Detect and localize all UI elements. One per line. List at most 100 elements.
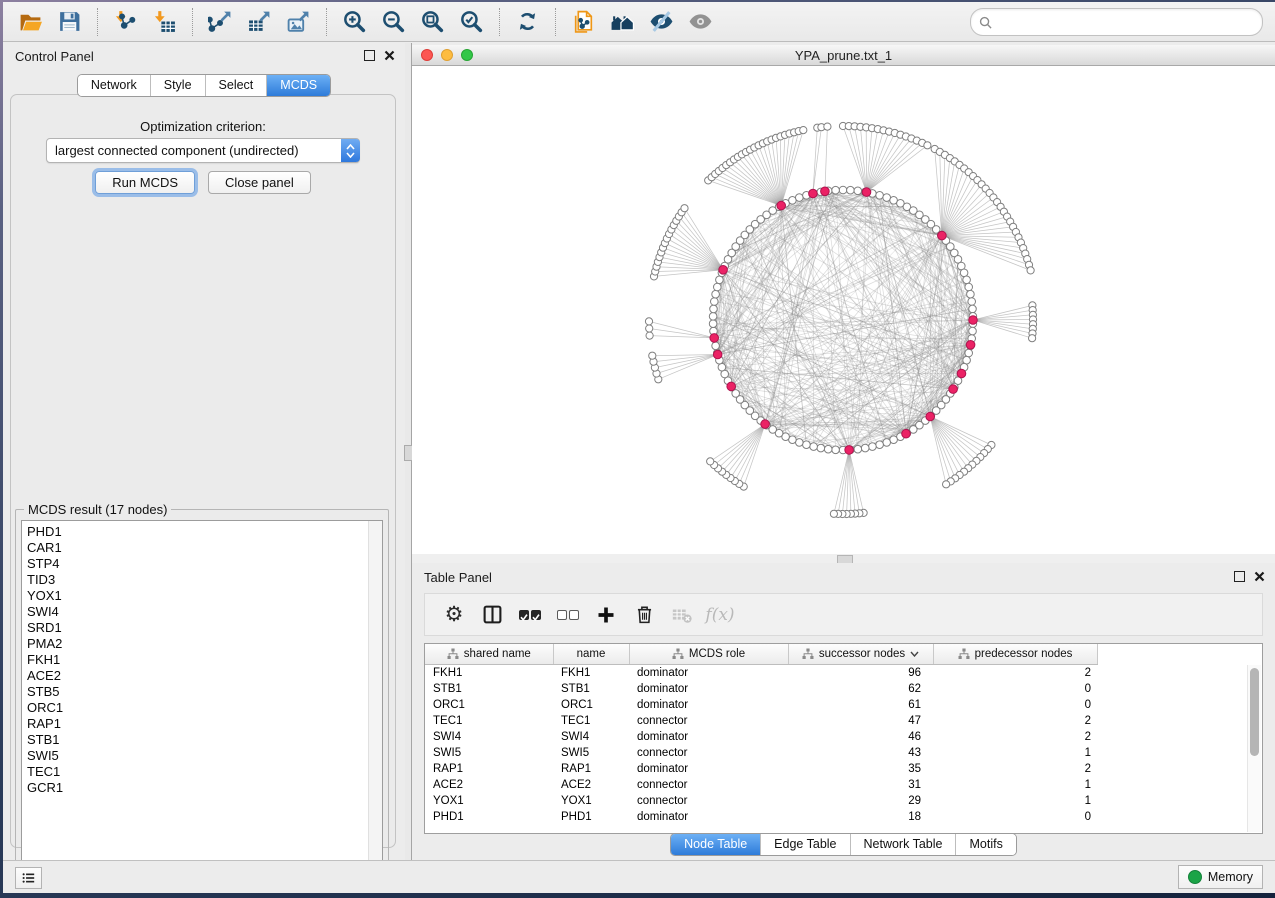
table-cell[interactable]: FKH1 xyxy=(425,664,553,681)
close-panel-icon[interactable] xyxy=(384,50,395,61)
tab-style[interactable]: Style xyxy=(150,75,205,96)
leaf-node[interactable] xyxy=(645,318,652,325)
table-cell[interactable]: STB1 xyxy=(553,681,629,697)
mcds-hub-node[interactable] xyxy=(966,341,975,350)
mcds-hub-node[interactable] xyxy=(845,446,854,455)
leaf-node[interactable] xyxy=(649,352,656,359)
export-network-button[interactable] xyxy=(201,5,240,39)
mcds-hub-node[interactable] xyxy=(713,350,722,359)
network-node[interactable] xyxy=(869,443,877,451)
mcds-result-list[interactable]: PHD1CAR1STP4TID3YOX1SWI4SRD1PMA2FKH1ACE2… xyxy=(21,520,383,877)
table-cell[interactable]: SWI4 xyxy=(425,729,553,745)
mcds-hub-node[interactable] xyxy=(949,385,958,394)
network-canvas[interactable] xyxy=(412,66,1275,554)
zoom-selected-button[interactable] xyxy=(452,5,491,39)
table-cell[interactable]: 2 xyxy=(933,713,1097,729)
search-input[interactable] xyxy=(996,11,1254,33)
network-node[interactable] xyxy=(817,444,825,452)
network-node[interactable] xyxy=(716,276,724,284)
table-cell[interactable]: dominator xyxy=(629,697,788,713)
first-neighbors-button[interactable] xyxy=(603,5,642,39)
table-row[interactable]: YOX1YOX1connector291 xyxy=(425,793,1097,809)
deselect-all-button[interactable] xyxy=(549,598,587,632)
table-scrollbar-thumb[interactable] xyxy=(1250,668,1259,756)
mcds-hub-node[interactable] xyxy=(862,188,871,197)
mcds-result-item[interactable]: ACE2 xyxy=(22,668,382,684)
refresh-network-button[interactable] xyxy=(508,5,547,39)
export-image-button[interactable] xyxy=(279,5,318,39)
mcds-result-item[interactable]: ORC1 xyxy=(22,700,382,716)
leaf-node[interactable] xyxy=(646,325,653,332)
table-cell[interactable]: 29 xyxy=(788,793,933,809)
table-cell[interactable]: 1 xyxy=(933,777,1097,793)
network-node[interactable] xyxy=(967,290,975,298)
table-row[interactable]: PHD1PHD1dominator180 xyxy=(425,809,1097,825)
table-cell[interactable]: 18 xyxy=(788,809,933,825)
search-box[interactable] xyxy=(970,8,1263,36)
table-cell[interactable]: STB1 xyxy=(425,681,553,697)
leaf-node[interactable] xyxy=(1027,267,1034,274)
close-table-panel-icon[interactable] xyxy=(1254,571,1265,582)
network-node[interactable] xyxy=(883,439,891,447)
table-cell[interactable]: 35 xyxy=(788,761,933,777)
mcds-result-item[interactable]: YOX1 xyxy=(22,588,382,604)
table-cell[interactable]: ACE2 xyxy=(553,777,629,793)
mcds-result-item[interactable]: STB1 xyxy=(22,732,382,748)
table-tab-node-table[interactable]: Node Table xyxy=(671,834,760,855)
table-cell[interactable]: 61 xyxy=(788,697,933,713)
close-panel-button[interactable]: Close panel xyxy=(208,171,311,194)
mcds-result-item[interactable]: SWI5 xyxy=(22,748,382,764)
table-cell[interactable]: dominator xyxy=(629,761,788,777)
table-scrollbar[interactable] xyxy=(1247,665,1261,832)
table-cell[interactable]: ORC1 xyxy=(425,697,553,713)
mcds-hub-node[interactable] xyxy=(957,369,966,378)
zoom-in-button[interactable] xyxy=(335,5,374,39)
table-row[interactable]: STB1STB1dominator620 xyxy=(425,681,1097,697)
mcds-result-item[interactable]: TEC1 xyxy=(22,764,382,780)
table-tab-network-table[interactable]: Network Table xyxy=(850,834,956,855)
network-node[interactable] xyxy=(718,363,726,371)
delete-row-button[interactable] xyxy=(625,598,663,632)
network-node[interactable] xyxy=(963,276,971,284)
network-node[interactable] xyxy=(709,320,717,328)
column-header-predecessor-nodes[interactable]: predecessor nodes xyxy=(933,644,1097,664)
table-cell[interactable]: 46 xyxy=(788,729,933,745)
mcds-hub-node[interactable] xyxy=(777,201,786,210)
network-node[interactable] xyxy=(803,441,811,449)
run-mcds-button[interactable]: Run MCDS xyxy=(95,171,195,194)
table-cell[interactable]: PHD1 xyxy=(553,809,629,825)
leaf-node[interactable] xyxy=(646,332,653,339)
leaf-node[interactable] xyxy=(1029,335,1036,342)
table-cell[interactable]: 96 xyxy=(788,664,933,681)
network-node[interactable] xyxy=(714,283,722,291)
table-cell[interactable]: 1 xyxy=(933,745,1097,761)
network-node[interactable] xyxy=(965,349,973,357)
table-cell[interactable]: dominator xyxy=(629,681,788,697)
export-table-button[interactable] xyxy=(240,5,279,39)
open-file-button[interactable] xyxy=(11,5,50,39)
network-graph[interactable] xyxy=(412,66,1275,554)
column-header-mcds-role[interactable]: MCDS role xyxy=(629,644,788,664)
horizontal-splitter[interactable] xyxy=(412,554,1275,563)
column-header-shared-name[interactable]: shared name xyxy=(425,644,553,664)
table-row[interactable]: ACE2ACE2connector311 xyxy=(425,777,1097,793)
table-cell[interactable]: 2 xyxy=(933,664,1097,681)
mcds-hub-node[interactable] xyxy=(969,316,978,325)
task-history-button[interactable] xyxy=(15,867,42,889)
table-cell[interactable]: 2 xyxy=(933,761,1097,777)
zoom-out-button[interactable] xyxy=(374,5,413,39)
table-cell[interactable]: dominator xyxy=(629,664,788,681)
table-cell[interactable]: SWI5 xyxy=(553,745,629,761)
network-node[interactable] xyxy=(824,445,832,453)
mcds-hub-node[interactable] xyxy=(710,334,719,343)
table-cell[interactable]: 0 xyxy=(933,697,1097,713)
mcds-result-item[interactable]: PMA2 xyxy=(22,636,382,652)
zoom-fit-button[interactable] xyxy=(413,5,452,39)
network-from-file-button[interactable] xyxy=(564,5,603,39)
network-node[interactable] xyxy=(832,186,840,194)
table-cell[interactable]: ACE2 xyxy=(425,777,553,793)
hide-selected-button[interactable] xyxy=(642,5,681,39)
network-node[interactable] xyxy=(960,269,968,277)
float-panel-icon[interactable] xyxy=(364,50,375,61)
table-cell[interactable]: 0 xyxy=(933,681,1097,697)
